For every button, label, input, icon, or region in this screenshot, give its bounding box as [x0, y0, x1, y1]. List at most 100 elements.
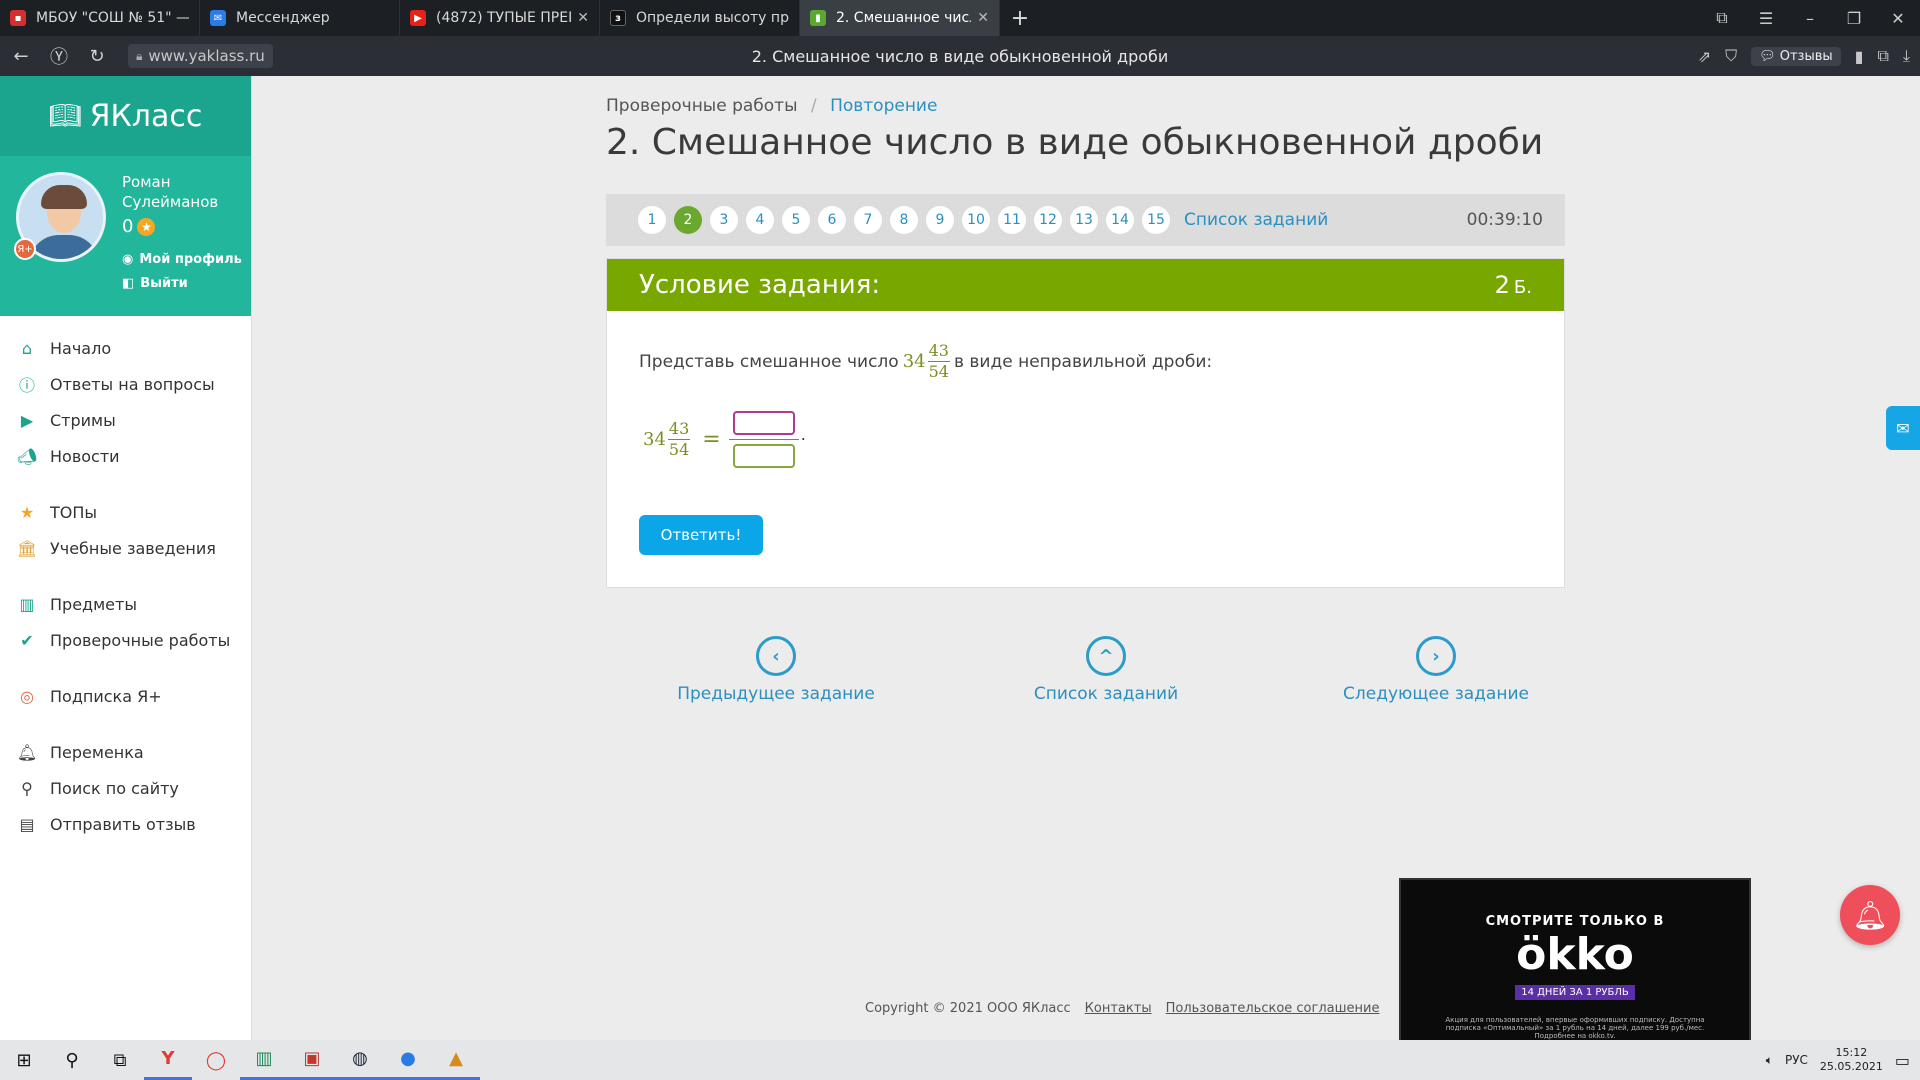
collections-icon[interactable]: ⧉	[1877, 46, 1888, 66]
close-icon[interactable]: ✕	[577, 10, 589, 26]
window-controls: ⧉ ☰ – ❐ ✕	[1700, 0, 1920, 36]
mixed-number: 34 43 54	[903, 341, 950, 382]
browser-tab-active[interactable]: ▮ 2. Смешанное число в ✕	[800, 0, 1000, 36]
task-number[interactable]: 13	[1070, 206, 1098, 234]
breadcrumb-current[interactable]: Повторение	[830, 96, 937, 116]
task-number[interactable]: 12	[1034, 206, 1062, 234]
browser-tab[interactable]: ▪ МБОУ "СОШ № 51" — Эл	[0, 0, 200, 36]
task-number[interactable]: 8	[890, 206, 918, 234]
sidebar-item-tests[interactable]: ✔ Проверочные работы	[0, 622, 251, 658]
back-arrow-icon[interactable]: ←	[4, 36, 38, 76]
yandex-icon[interactable]: Ⓨ	[42, 36, 76, 76]
game-icon[interactable]: ▲	[432, 1040, 480, 1080]
share-icon[interactable]: ⇗	[1698, 47, 1711, 66]
answer-equation: 34 43 54 = .	[639, 411, 806, 468]
clock[interactable]: 15:12 25.05.2021	[1820, 1046, 1883, 1074]
sidebar-item-label: ТОПы	[50, 502, 98, 522]
sidebar-item-news[interactable]: 📣︎ Новости	[0, 438, 251, 474]
task-number[interactable]: 10	[962, 206, 990, 234]
task-number-current[interactable]: 2	[674, 206, 702, 234]
answer-button[interactable]: Ответить!	[639, 515, 763, 555]
task-number[interactable]: 3	[710, 206, 738, 234]
mixed-denominator: 54	[668, 440, 690, 459]
logout-label: Выйти	[140, 276, 188, 291]
my-profile-link[interactable]: ◉ Мой профиль	[122, 252, 242, 267]
browser-tab[interactable]: ▶ (4872) ТУПЫЕ ПРЕПС ✕	[400, 0, 600, 36]
task-header: Условие задания: 2 Б.	[607, 259, 1564, 311]
task-view-icon[interactable]: ⧉	[96, 1040, 144, 1080]
previous-task-link[interactable]: ‹ Предыдущее задание	[656, 636, 896, 704]
windows-start-icon[interactable]: ⊞	[0, 1040, 48, 1080]
copyright: Copyright © 2021 ООО ЯКласс	[865, 1001, 1071, 1016]
bookmark-icon[interactable]: ▮	[1855, 47, 1864, 66]
messenger-app-icon[interactable]: ●	[384, 1040, 432, 1080]
task-number[interactable]: 4	[746, 206, 774, 234]
task-number[interactable]: 6	[818, 206, 846, 234]
reload-icon[interactable]: ↻	[80, 36, 114, 76]
logout-icon: ◧	[122, 276, 135, 291]
opera-icon[interactable]: ◯	[192, 1040, 240, 1080]
pin-icon[interactable]: ⧉	[1700, 0, 1744, 36]
browser-tab[interactable]: ✉ Мессенджер	[200, 0, 400, 36]
stream-play-icon: ▶	[20, 410, 34, 430]
sidebar-item-streams[interactable]: ▶ Стримы	[0, 402, 251, 438]
task-list-link[interactable]: Список заданий	[1184, 210, 1328, 230]
books-icon: ▥	[19, 594, 35, 614]
points-unit: Б.	[1513, 277, 1532, 298]
logout-link[interactable]: ◧ Выйти	[122, 276, 188, 291]
task-number[interactable]: 5	[782, 206, 810, 234]
minimize-icon[interactable]: –	[1788, 0, 1832, 36]
yandex-browser-icon[interactable]: Y	[144, 1040, 192, 1080]
site-logo[interactable]: 📖︎ ЯКласс	[0, 76, 251, 156]
new-tab-button[interactable]: +	[1000, 0, 1040, 36]
task-number[interactable]: 7	[854, 206, 882, 234]
address-bar-actions: ⇗ ⛉ 💬︎ Отзывы ▮ ⧉ ⤓	[1698, 36, 1910, 76]
task-number[interactable]: 9	[926, 206, 954, 234]
yaklass-app-icon[interactable]: ▥	[240, 1040, 288, 1080]
notification-bell-icon[interactable]: 🔔︎	[1840, 885, 1900, 945]
game-launcher-icon[interactable]: ▣	[288, 1040, 336, 1080]
numerator-input[interactable]	[732, 411, 795, 435]
steam-icon[interactable]: ◍	[336, 1040, 384, 1080]
sidebar-item-home[interactable]: ⌂ Начало	[0, 330, 251, 366]
restore-icon[interactable]: ❐	[1832, 0, 1876, 36]
task-text: Представь смешанное число 34 43 54 в виде…	[639, 341, 1212, 382]
task-number[interactable]: 11	[998, 206, 1026, 234]
task-list-nav-link[interactable]: ^ Список заданий	[986, 636, 1226, 704]
sidebar-item-feedback[interactable]: ▤ Отправить отзыв	[0, 806, 251, 842]
sidebar-item-break[interactable]: 🔔︎ Переменка	[0, 734, 251, 770]
browser-tab[interactable]: з Определи высоту прямоу	[600, 0, 800, 36]
sidebar-item-schools[interactable]: 🏛︎ Учебные заведения	[0, 530, 251, 566]
language-indicator[interactable]: РУС	[1785, 1053, 1808, 1067]
tab-label: Определи высоту прямоу	[636, 10, 789, 26]
sidebar-item-subjects[interactable]: ▥ Предметы	[0, 586, 251, 622]
reviews-button[interactable]: 💬︎ Отзывы	[1751, 46, 1841, 66]
url-field[interactable]: 🔒︎ www.yaklass.ru	[128, 44, 273, 68]
mail-icon[interactable]: ✉	[1886, 406, 1920, 450]
sidebar-item-search[interactable]: ⚲ Поиск по сайту	[0, 770, 251, 806]
task-number[interactable]: 15	[1142, 206, 1170, 234]
contacts-link[interactable]: Контакты	[1085, 1001, 1152, 1016]
search-icon[interactable]: ⚲	[48, 1040, 96, 1080]
mixed-whole: 34	[902, 351, 926, 372]
tab-label: (4872) ТУПЫЕ ПРЕПС	[436, 10, 571, 26]
sidebar-item-tops[interactable]: ★ ТОПы	[0, 494, 251, 530]
task-number[interactable]: 14	[1106, 206, 1134, 234]
close-icon[interactable]: ✕	[977, 10, 989, 26]
notifications-icon[interactable]: ▭	[1895, 1051, 1910, 1070]
task-number[interactable]: 1	[638, 206, 666, 234]
next-task-link[interactable]: › Следующее задание	[1316, 636, 1556, 704]
extensions-icon[interactable]: ⛉	[1725, 46, 1737, 66]
breadcrumb-root[interactable]: Проверочные работы	[606, 96, 798, 116]
points-number: 2	[1494, 271, 1510, 299]
volume-icon[interactable]: 🔈︎	[1766, 1053, 1773, 1068]
sidebar-item-subscription[interactable]: ◎ Подписка Я+	[0, 678, 251, 714]
menu-icon[interactable]: ☰	[1744, 0, 1788, 36]
sidebar-item-answers[interactable]: ⓘ Ответы на вопросы	[0, 366, 251, 402]
download-icon[interactable]: ⤓	[1903, 46, 1910, 66]
tab-label: МБОУ "СОШ № 51" — Эл	[36, 10, 189, 26]
agreement-link[interactable]: Пользовательское соглашение	[1166, 1001, 1380, 1016]
denominator-input[interactable]	[732, 444, 795, 468]
ad-offer: 14 ДНЕЙ ЗА 1 РУБЛЬ	[1515, 985, 1635, 1000]
close-window-icon[interactable]: ✕	[1876, 0, 1920, 36]
